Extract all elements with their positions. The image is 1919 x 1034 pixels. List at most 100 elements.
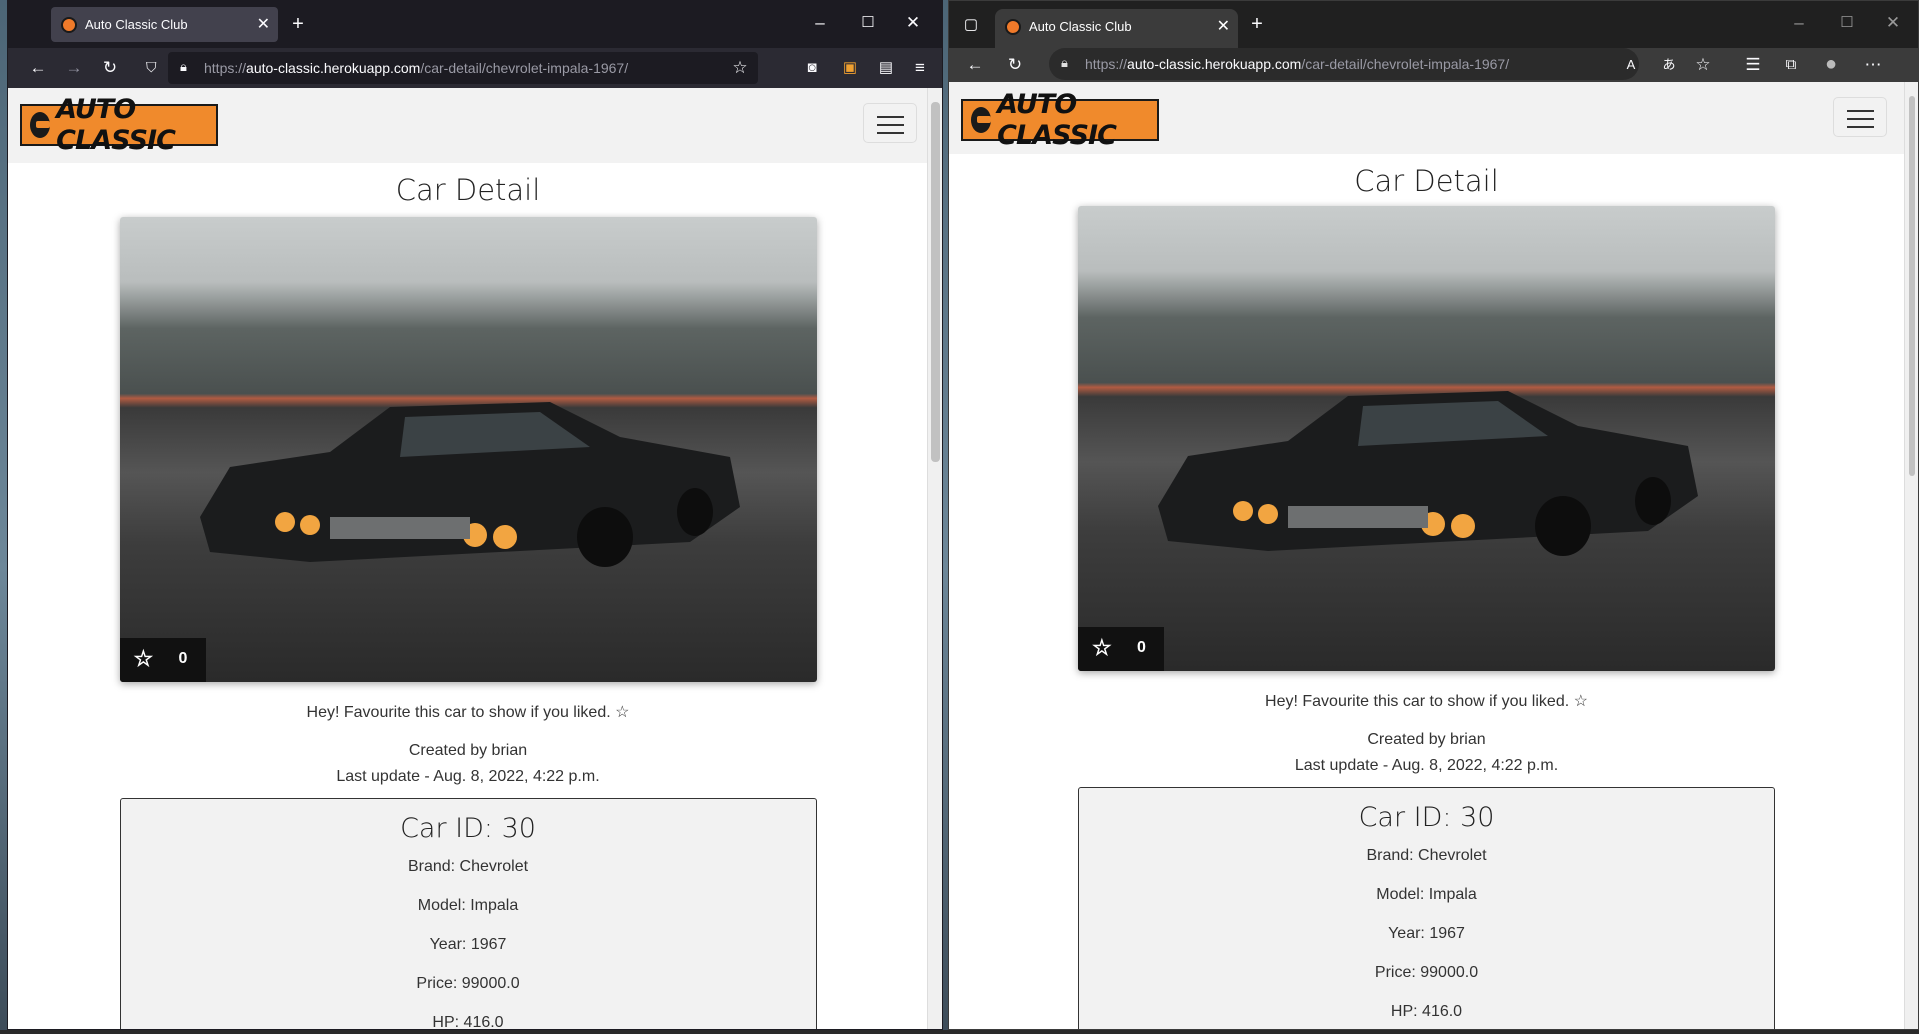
last-update: Last update - Aug. 8, 2022, 4:22 p.m. — [336, 768, 600, 785]
site-navbar: AUTO CLASSIC — [8, 88, 942, 163]
address-bar[interactable]: 🔒︎ https://auto-classic.herokuapp.com/ca… — [1049, 48, 1639, 80]
site-favicon-icon — [61, 17, 77, 33]
favourite-button[interactable]: ☆ 0 — [119, 638, 206, 682]
site-logo[interactable]: AUTO CLASSIC — [961, 89, 1159, 151]
minimize-icon[interactable]: – — [808, 13, 832, 33]
favorites-icon[interactable]: ☰ — [1741, 55, 1765, 75]
firefox-window: Auto Classic Club ✕ + – ☐ ✕ ← → ↻ ⛉ 🔒︎ h… — [7, 0, 943, 1030]
forward-icon[interactable]: → — [62, 58, 86, 78]
more-icon[interactable]: ⋯ — [1861, 55, 1885, 75]
extension-icon[interactable]: ▣ — [838, 58, 862, 78]
page-scrollbar[interactable] — [927, 88, 942, 1029]
tab-actions-icon[interactable]: ▢ — [959, 15, 983, 35]
logo-text: AUTO CLASSIC — [56, 94, 176, 156]
car-id: Car ID: 30 — [400, 813, 536, 844]
minimize-icon[interactable]: – — [1787, 13, 1811, 33]
favourite-count: 0 — [1137, 639, 1146, 656]
hamburger-menu-button[interactable] — [1833, 97, 1887, 137]
maximize-icon[interactable]: ☐ — [856, 13, 880, 33]
star-icon: ☆ — [1092, 635, 1112, 660]
car-brand: Brand: Chevrolet — [407, 858, 529, 875]
favourite-count: 0 — [178, 650, 188, 667]
address-text: https://auto-classic.herokuapp.com/car-d… — [1085, 56, 1509, 72]
created-by: Created by brian — [1367, 731, 1486, 748]
lock-icon[interactable]: 🔒︎ — [180, 59, 187, 75]
profile-icon[interactable]: ● — [1819, 54, 1843, 74]
translate-icon[interactable]: あ — [1657, 55, 1681, 75]
last-update: Last update - Aug. 8, 2022, 4:22 p.m. — [1294, 757, 1559, 774]
star-icon[interactable]: ☆ — [615, 704, 629, 721]
lock-icon[interactable]: 🔒︎ — [1061, 55, 1068, 71]
page-title: Car Detail — [395, 173, 541, 207]
star-icon: ☆ — [133, 646, 154, 671]
car-hp: HP: 416.0 — [432, 1014, 504, 1029]
collections-icon[interactable]: ⧉ — [1779, 55, 1803, 75]
site-navbar: AUTO CLASSIC — [949, 82, 1918, 154]
firefox-viewport: AUTO CLASSIC Car Detail ☆ 0 Hey! Favouri… — [8, 88, 942, 1029]
edge-tab-bar: ▢ Auto Classic Club ✕ + – ☐ ✕ — [949, 1, 1918, 48]
taskbar-edge — [0, 1030, 1919, 1034]
page-scrollbar[interactable] — [1904, 82, 1918, 1029]
logo-text: AUTO CLASSIC — [997, 89, 1117, 151]
firefox-tab-bar: Auto Classic Club ✕ + – ☐ ✕ — [8, 1, 942, 48]
car-year: Year: 1967 — [429, 936, 507, 953]
favourite-button[interactable]: ☆ 0 — [1078, 627, 1164, 671]
new-tab-icon[interactable]: + — [286, 14, 310, 34]
shield-icon[interactable]: ⛉ — [146, 59, 157, 76]
maximize-icon[interactable]: ☐ — [1835, 13, 1859, 33]
edge-viewport: AUTO CLASSIC Car Detail ☆ 0 Hey! Favouri… — [949, 82, 1918, 1029]
close-window-icon[interactable]: ✕ — [901, 13, 925, 33]
car-detail-card: Car ID: 30 Brand: Chevrolet Model: Impal… — [1078, 787, 1775, 1029]
car-hp: HP: 416.0 — [1390, 1003, 1463, 1020]
close-tab-icon[interactable]: ✕ — [257, 14, 270, 34]
scrollbar-thumb[interactable] — [931, 102, 940, 462]
read-aloud-icon[interactable]: A — [1619, 55, 1643, 75]
car-id: Car ID: 30 — [1358, 802, 1495, 833]
pocket-icon[interactable]: ◙ — [800, 58, 824, 78]
bookmark-star-icon[interactable]: ☆ — [728, 58, 752, 78]
devtools-icon[interactable]: ▤ — [874, 58, 898, 78]
car-silhouette — [199, 402, 740, 567]
edge-nav-bar: ← ↻ 🔒︎ https://auto-classic.herokuapp.co… — [949, 48, 1918, 82]
menu-icon[interactable]: ≡ — [908, 58, 932, 78]
logo-badge-icon — [30, 112, 51, 138]
close-window-icon[interactable]: ✕ — [1881, 13, 1905, 33]
address-text: https://auto-classic.herokuapp.com/car-d… — [204, 60, 628, 76]
car-year: Year: 1967 — [1388, 925, 1465, 942]
favourite-prompt-text: Hey! Favourite this car to show if you l… — [1265, 693, 1570, 710]
close-tab-icon[interactable]: ✕ — [1217, 16, 1230, 36]
back-icon[interactable]: ← — [963, 55, 987, 75]
logo-badge-icon — [971, 107, 992, 133]
car-brand: Brand: Chevrolet — [1366, 847, 1487, 864]
car-price: Price: 99000.0 — [1374, 964, 1479, 981]
favourite-prompt-text: Hey! Favourite this car to show if you l… — [306, 704, 611, 721]
new-tab-icon[interactable]: + — [1245, 14, 1269, 34]
tab-title: Auto Classic Club — [85, 17, 188, 32]
star-icon[interactable]: ☆ — [1574, 693, 1588, 710]
site-logo[interactable]: AUTO CLASSIC — [20, 94, 218, 156]
url-host: https://auto-classic.herokuapp.com — [1085, 56, 1302, 72]
back-icon[interactable]: ← — [26, 58, 50, 78]
edge-window: ▢ Auto Classic Club ✕ + – ☐ ✕ ← ↻ 🔒︎ htt… — [948, 0, 1919, 1030]
site-favicon-icon — [1005, 19, 1021, 35]
url-host: https://auto-classic.herokuapp.com — [204, 60, 421, 76]
car-model: Model: Impala — [1376, 886, 1477, 903]
scrollbar-thumb[interactable] — [1909, 96, 1915, 476]
car-detail-card: Car ID: 30 Brand: Chevrolet Model: Impal… — [119, 798, 817, 1029]
url-path: /car-detail/chevrolet-impala-1967/ — [420, 60, 629, 76]
favorites-add-icon[interactable]: ☆ — [1691, 55, 1715, 75]
address-bar[interactable]: ⛉ 🔒︎ https://auto-classic.herokuapp.com/… — [146, 52, 758, 84]
page-content: Car Detail ☆ 0 Hey! Favourite this car t… — [949, 154, 1904, 1029]
edge-tab[interactable]: Auto Classic Club ✕ — [995, 9, 1238, 48]
car-silhouette — [1158, 391, 1698, 556]
favourite-prompt: Hey! Favourite this car to show if you l… — [949, 691, 1904, 711]
car-price: Price: 99000.0 — [416, 975, 520, 992]
tab-title: Auto Classic Club — [1029, 19, 1132, 34]
reload-icon[interactable]: ↻ — [1003, 55, 1027, 75]
page-content: Car Detail ☆ 0 Hey! Favourite this car t… — [8, 163, 928, 1029]
created-by: Created by brian — [408, 742, 528, 759]
reload-icon[interactable]: ↻ — [98, 58, 122, 78]
car-photo: ☆ 0 — [1078, 206, 1775, 671]
hamburger-menu-button[interactable] — [863, 103, 917, 143]
firefox-tab[interactable]: Auto Classic Club ✕ — [51, 7, 278, 42]
